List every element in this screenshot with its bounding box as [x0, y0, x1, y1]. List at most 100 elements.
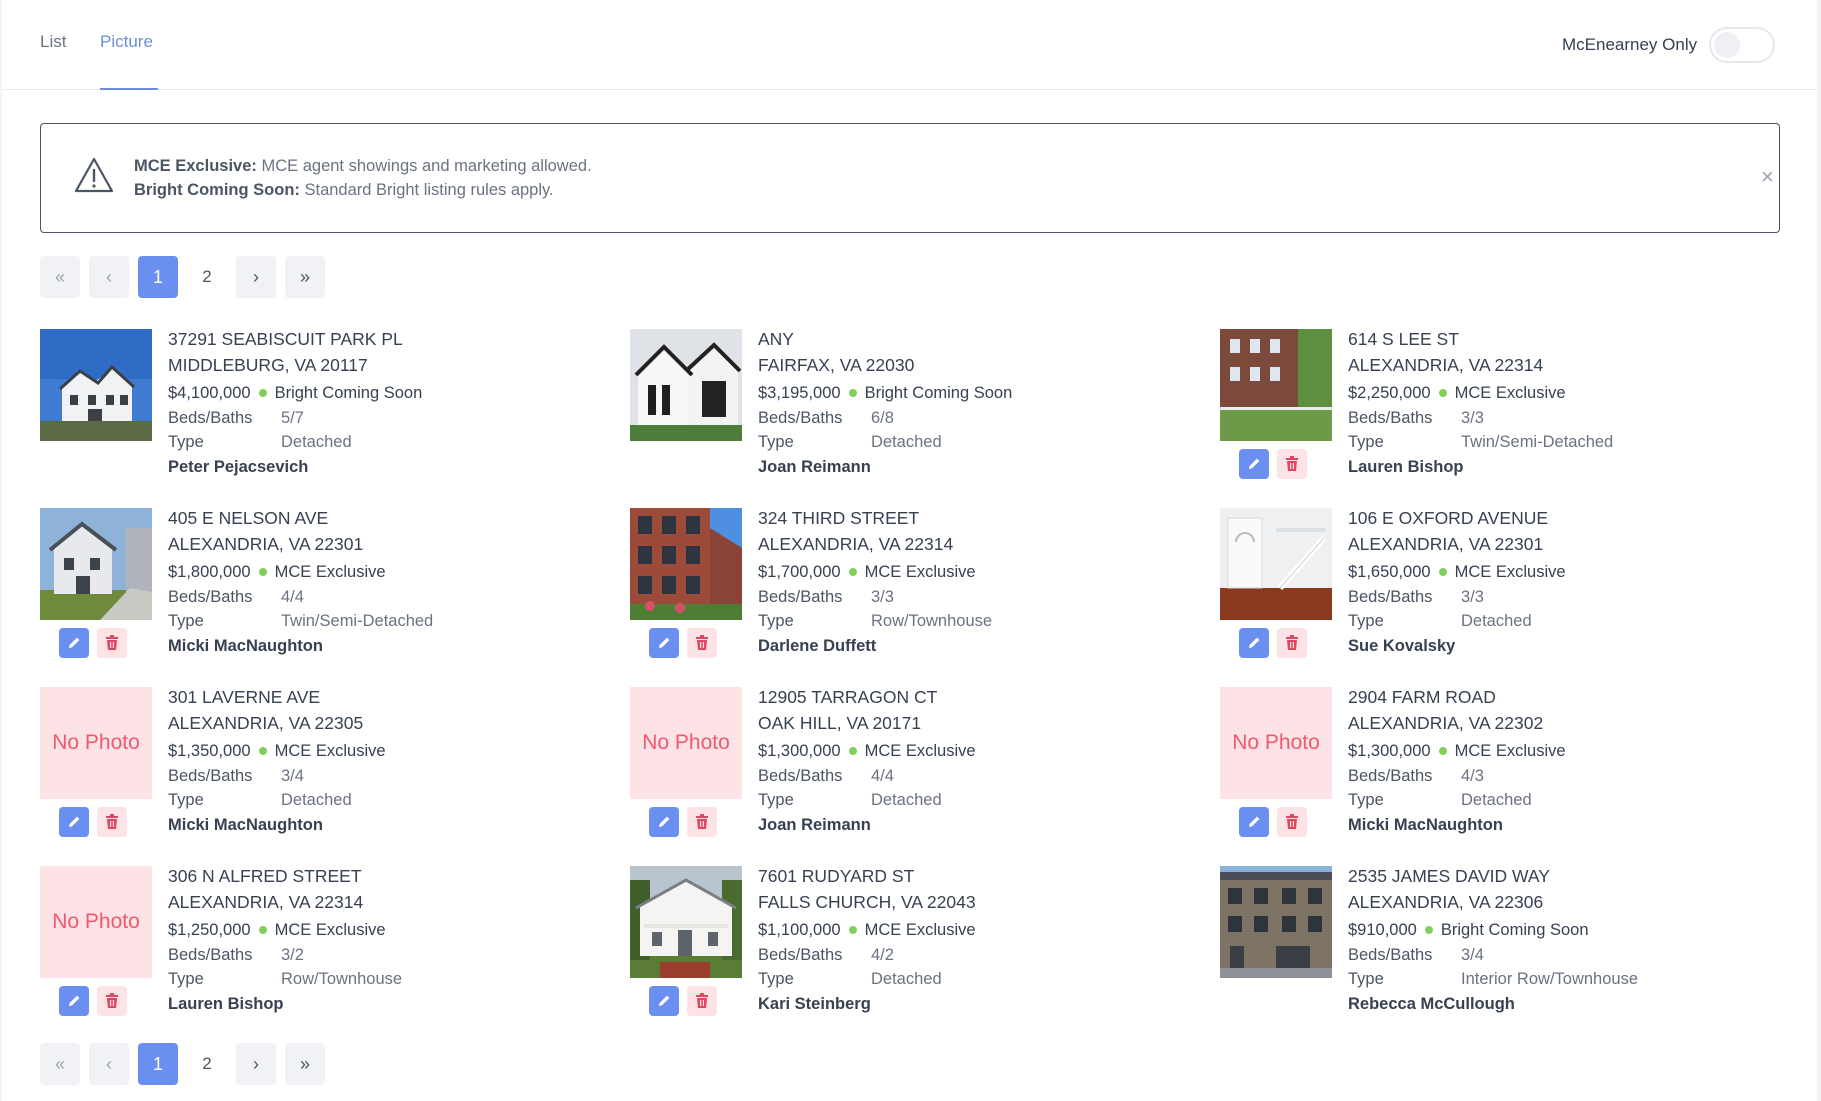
page-2-button[interactable]: 2: [187, 256, 227, 298]
beds-baths-value: 3/4: [281, 767, 304, 785]
edit-listing-button[interactable]: [1239, 449, 1269, 479]
edit-listing-button[interactable]: [59, 807, 89, 837]
listing-card[interactable]: No Photo 306 N ALFRED STREET ALEXANDRIA,…: [40, 866, 600, 1036]
listing-card[interactable]: No Photo 301 LAVERNE AVE ALEXANDRIA, VA …: [40, 687, 600, 857]
listing-address[interactable]: 306 N ALFRED STREET: [168, 866, 362, 887]
edit-listing-button[interactable]: [649, 986, 679, 1016]
listing-city: ALEXANDRIA, VA 22314: [1348, 355, 1544, 375]
delete-listing-button[interactable]: [1277, 628, 1307, 658]
delete-listing-button[interactable]: [687, 628, 717, 658]
listing-photo[interactable]: [40, 508, 152, 620]
beds-baths-value: 5/7: [281, 409, 304, 427]
type-row: Type Twin/Semi-Detached: [168, 612, 433, 631]
type-label: Type: [1348, 612, 1384, 630]
listing-photo[interactable]: [1220, 866, 1332, 978]
pencil-icon: [659, 995, 670, 1006]
listing-card[interactable]: 37291 SEABISCUIT PARK PL MIDDLEBURG, VA …: [40, 329, 600, 499]
status-dot: [848, 388, 857, 397]
listing-address[interactable]: 301 LAVERNE AVE: [168, 687, 320, 708]
listing-card[interactable]: No Photo 2904 FARM ROAD ALEXANDRIA, VA 2…: [1220, 687, 1780, 857]
status-dot: [848, 746, 857, 755]
listing-price-status: $4,100,000 Bright Coming Soon: [168, 384, 422, 403]
listing-address[interactable]: 106 E OXFORD AVENUE: [1348, 508, 1548, 529]
type-row: Type Detached: [1348, 612, 1532, 631]
delete-listing-button[interactable]: [97, 628, 127, 658]
listing-price: $2,250,000: [1348, 384, 1431, 402]
listing-address[interactable]: 2904 FARM ROAD: [1348, 687, 1496, 708]
delete-listing-button[interactable]: [1277, 807, 1307, 837]
delete-listing-button[interactable]: [1277, 449, 1307, 479]
first-page-button[interactable]: «: [40, 1043, 80, 1085]
no-photo-placeholder[interactable]: No Photo: [630, 687, 742, 799]
listing-photo[interactable]: [1220, 329, 1332, 441]
edit-listing-button[interactable]: [649, 807, 679, 837]
listing-address[interactable]: 324 THIRD STREET: [758, 508, 919, 529]
delete-listing-button[interactable]: [687, 807, 717, 837]
type-label: Type: [758, 433, 794, 451]
notice-text: MCE agent showings and marketing allowed…: [256, 157, 592, 175]
no-photo-placeholder[interactable]: No Photo: [1220, 687, 1332, 799]
type-label: Type: [168, 791, 204, 809]
listing-card[interactable]: 324 THIRD STREET ALEXANDRIA, VA 22314 $1…: [630, 508, 1190, 678]
last-page-button[interactable]: »: [285, 256, 325, 298]
beds-baths-row: Beds/Baths 4/2: [758, 946, 894, 965]
listing-card[interactable]: 106 E OXFORD AVENUE ALEXANDRIA, VA 22301…: [1220, 508, 1780, 678]
status-dot: [848, 567, 857, 576]
listing-photo[interactable]: [1220, 508, 1332, 620]
listing-photo[interactable]: [40, 329, 152, 441]
listing-photo[interactable]: [630, 329, 742, 441]
tab-picture[interactable]: Picture: [100, 32, 153, 52]
no-photo-placeholder[interactable]: No Photo: [40, 866, 152, 978]
listing-address[interactable]: 2535 JAMES DAVID WAY: [1348, 866, 1550, 887]
type-label: Type: [1348, 791, 1384, 809]
delete-listing-button[interactable]: [687, 986, 717, 1016]
mcenearney-only-toggle[interactable]: [1709, 27, 1775, 63]
listing-status: MCE Exclusive: [1454, 384, 1566, 402]
last-page-button[interactable]: »: [285, 1043, 325, 1085]
delete-listing-button[interactable]: [97, 807, 127, 837]
first-page-button[interactable]: «: [40, 256, 80, 298]
listing-card[interactable]: No Photo 12905 TARRAGON CT OAK HILL, VA …: [630, 687, 1190, 857]
listing-card[interactable]: 405 E NELSON AVE ALEXANDRIA, VA 22301 $1…: [40, 508, 600, 678]
listing-agent: Darlene Duffett: [758, 637, 877, 655]
listing-address[interactable]: 614 S LEE ST: [1348, 329, 1459, 350]
beds-baths-label: Beds/Baths: [168, 409, 253, 427]
page-1-button[interactable]: 1: [138, 1043, 178, 1085]
listing-status: MCE Exclusive: [274, 921, 386, 939]
page-2-button[interactable]: 2: [187, 1043, 227, 1085]
listing-address[interactable]: 405 E NELSON AVE: [168, 508, 328, 529]
listing-photo[interactable]: [630, 508, 742, 620]
beds-baths-label: Beds/Baths: [758, 767, 843, 785]
listing-photo[interactable]: [630, 866, 742, 978]
listing-city: ALEXANDRIA, VA 22314: [758, 534, 954, 554]
type-label: Type: [168, 433, 204, 451]
edit-listing-button[interactable]: [1239, 628, 1269, 658]
type-value: Detached: [871, 970, 942, 988]
trash-icon: [1286, 635, 1298, 650]
status-dot: [1438, 567, 1447, 576]
edit-listing-button[interactable]: [649, 628, 679, 658]
prev-page-button[interactable]: ‹: [89, 256, 129, 298]
page-1-button[interactable]: 1: [138, 256, 178, 298]
next-page-button[interactable]: ›: [236, 1043, 276, 1085]
listing-card[interactable]: 2535 JAMES DAVID WAY ALEXANDRIA, VA 2230…: [1220, 866, 1780, 1036]
prev-page-button[interactable]: ‹: [89, 1043, 129, 1085]
tab-list[interactable]: List: [40, 32, 66, 52]
close-icon[interactable]: ×: [1761, 166, 1774, 188]
listing-address[interactable]: 12905 TARRAGON CT: [758, 687, 937, 708]
beds-baths-label: Beds/Baths: [758, 409, 843, 427]
beds-baths-label: Beds/Baths: [758, 588, 843, 606]
edit-listing-button[interactable]: [59, 986, 89, 1016]
delete-listing-button[interactable]: [97, 986, 127, 1016]
listing-address[interactable]: ANY: [758, 329, 794, 350]
trash-icon: [696, 993, 708, 1008]
next-page-button[interactable]: ›: [236, 256, 276, 298]
listing-card[interactable]: 614 S LEE ST ALEXANDRIA, VA 22314 $2,250…: [1220, 329, 1780, 499]
edit-listing-button[interactable]: [1239, 807, 1269, 837]
listing-card[interactable]: ANY FAIRFAX, VA 22030 $3,195,000 Bright C…: [630, 329, 1190, 499]
listing-card[interactable]: 7601 RUDYARD ST FALLS CHURCH, VA 22043 $…: [630, 866, 1190, 1036]
listing-address[interactable]: 7601 RUDYARD ST: [758, 866, 914, 887]
listing-address[interactable]: 37291 SEABISCUIT PARK PL: [168, 329, 403, 350]
edit-listing-button[interactable]: [59, 628, 89, 658]
no-photo-placeholder[interactable]: No Photo: [40, 687, 152, 799]
